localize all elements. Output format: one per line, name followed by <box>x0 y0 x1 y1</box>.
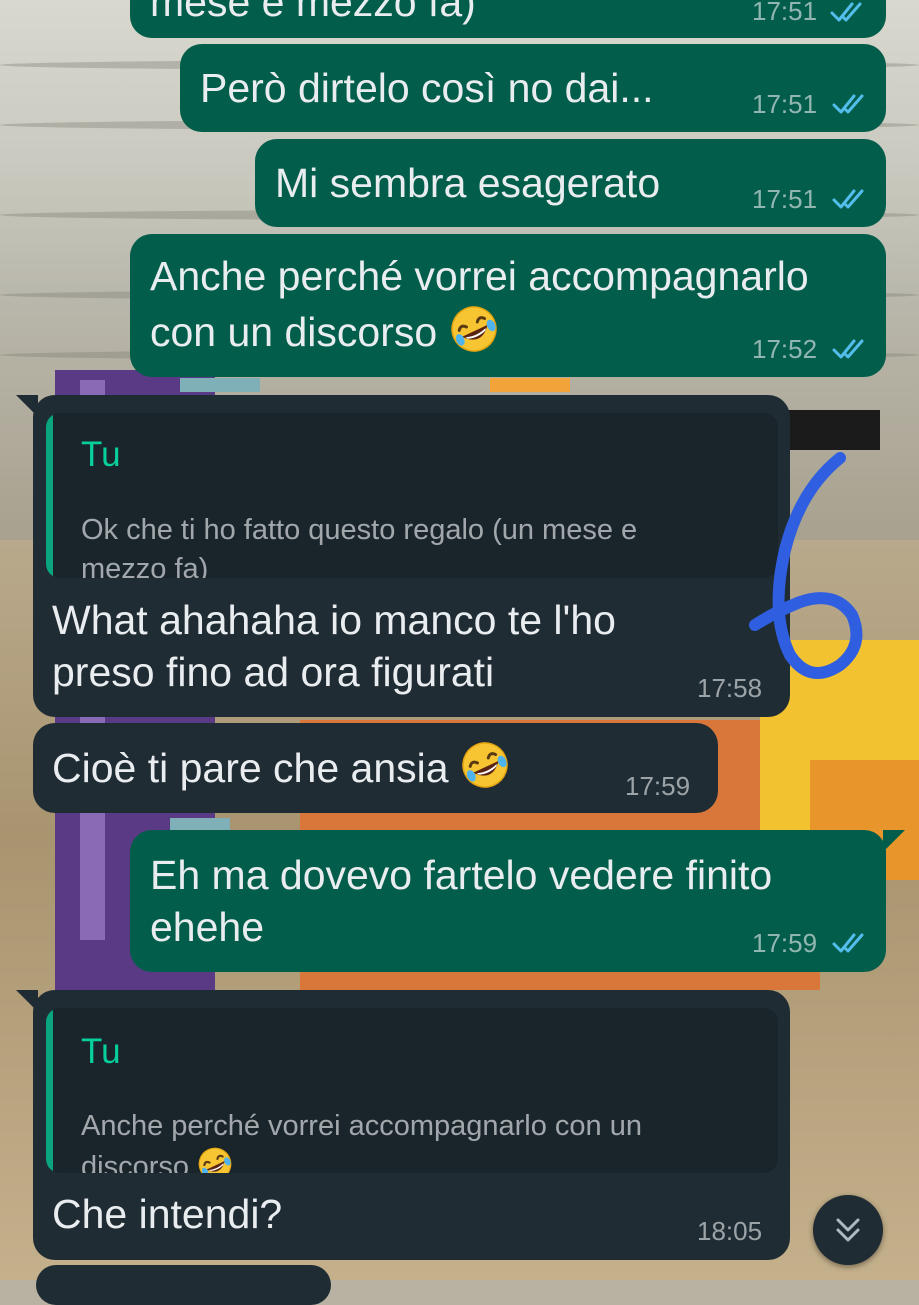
message-text: Cioè ti pare che ansia <box>52 745 449 791</box>
message-bubble-outgoing[interactable]: Anche perché vorrei accompagnarlo con un… <box>130 234 886 377</box>
message-time: 18:05 <box>697 1216 763 1246</box>
quote-text-line: discorso <box>81 1146 233 1173</box>
message-text-line: ehehe <box>150 904 265 950</box>
message-text: Però dirtelo così no dai... <box>200 65 654 111</box>
rolling-on-floor-laughing-emoji-icon <box>449 304 499 354</box>
message-bubble-incoming[interactable]: Cioè ti pare che ansia 17:59 <box>33 723 718 813</box>
quote-text-line: mezzo fa) <box>81 553 209 578</box>
message-text-line: con un discorso <box>150 304 499 358</box>
quote-text-line: Ok che ti ho fatto questo regalo (un mes… <box>81 514 638 546</box>
read-ticks-icon <box>832 187 866 211</box>
scroll-to-bottom-button[interactable] <box>813 1195 883 1265</box>
read-ticks-icon <box>832 931 866 955</box>
read-ticks-icon <box>830 0 864 24</box>
message-text: Che intendi? <box>52 1191 283 1237</box>
message-text: con un discorso <box>150 309 438 355</box>
message-bubble-outgoing[interactable]: Mi sembra esagerato 17:51 <box>255 139 886 227</box>
message-text-line: preso fino ad ora figurati <box>52 649 495 695</box>
message-bubble-outgoing[interactable]: Eh ma dovevo fartelo vedere finito ehehe… <box>130 830 886 972</box>
read-ticks-icon <box>832 92 866 116</box>
message-time: 17:59 <box>752 928 818 958</box>
message-text: Mi sembra esagerato <box>275 160 661 206</box>
message-bubble-incoming[interactable] <box>36 1265 331 1305</box>
message-bubble-outgoing[interactable]: mese e mezzo fa) 17:51 <box>130 0 886 38</box>
message-text-line: Eh ma dovevo fartelo vedere finito <box>150 852 773 898</box>
message-bubble-outgoing[interactable]: Però dirtelo così no dai... 17:51 <box>180 44 886 132</box>
message-time: 17:59 <box>625 771 691 801</box>
message-time: 17:51 <box>752 0 818 26</box>
message-text-line: Cioè ti pare che ansia <box>52 740 510 794</box>
message-time: 17:52 <box>752 334 818 364</box>
message-time: 17:51 <box>752 89 818 119</box>
quote-text-line: Anche perché vorrei accompagnarlo con un <box>81 1110 642 1142</box>
quote-text: discorso <box>81 1151 189 1173</box>
quote-author: Tu <box>81 1032 121 1071</box>
handwritten-six-annotation <box>749 452 863 679</box>
rolling-on-floor-laughing-emoji-icon <box>197 1146 233 1173</box>
bubble-tail <box>883 830 905 852</box>
message-time: 17:51 <box>752 184 818 214</box>
rolling-on-floor-laughing-emoji-icon <box>460 740 510 790</box>
quote-author: Tu <box>81 435 121 474</box>
message-text-line: What ahahaha io manco te l'ho <box>52 597 616 643</box>
quoted-message[interactable]: Tu Anche perché vorrei accompagnarlo con… <box>46 1008 778 1173</box>
message-bubble-incoming[interactable]: Tu Anche perché vorrei accompagnarlo con… <box>33 990 790 1260</box>
message-bubble-incoming[interactable]: Tu Ok che ti ho fatto questo regalo (un … <box>33 395 790 717</box>
double-chevron-down-icon <box>836 1218 860 1242</box>
quote-accent-bar <box>46 413 53 578</box>
quote-accent-bar <box>46 1008 53 1173</box>
quoted-message[interactable]: Tu Ok che ti ho fatto questo regalo (un … <box>46 413 778 578</box>
message-text: mese e mezzo fa) <box>150 0 476 25</box>
message-text-line: Anche perché vorrei accompagnarlo <box>150 253 809 299</box>
read-ticks-icon <box>832 337 866 361</box>
